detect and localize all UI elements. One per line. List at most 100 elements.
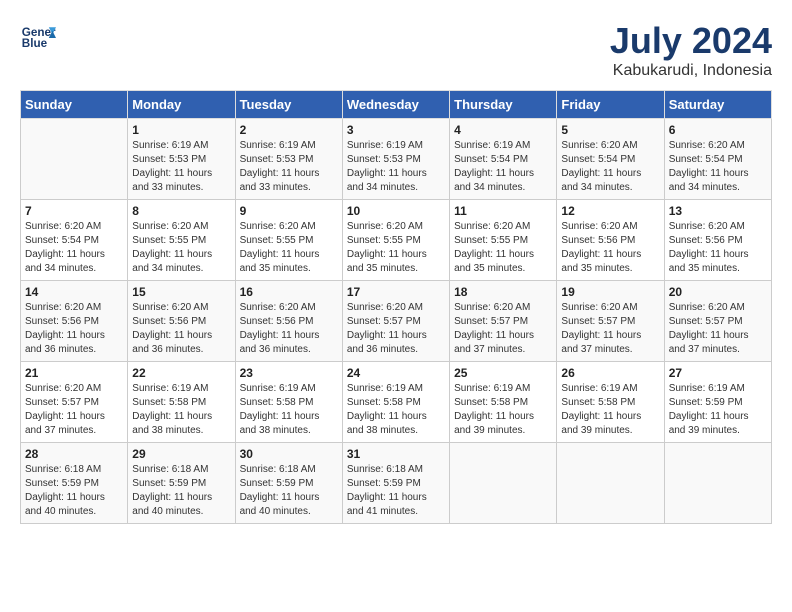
calendar-cell: 12 Sunrise: 6:20 AM Sunset: 5:56 PM Dayli… — [557, 200, 664, 281]
header-thursday: Thursday — [450, 91, 557, 119]
header-sunday: Sunday — [21, 91, 128, 119]
day-info: Sunrise: 6:20 AM Sunset: 5:57 PM Dayligh… — [347, 301, 445, 357]
calendar-cell: 16 Sunrise: 6:20 AM Sunset: 5:56 PM Dayli… — [235, 281, 342, 362]
day-info: Sunrise: 6:20 AM Sunset: 5:54 PM Dayligh… — [669, 139, 767, 195]
calendar-cell: 31 Sunrise: 6:18 AM Sunset: 5:59 PM Dayli… — [342, 443, 449, 524]
day-info: Sunrise: 6:19 AM Sunset: 5:58 PM Dayligh… — [132, 382, 230, 438]
calendar-cell: 15 Sunrise: 6:20 AM Sunset: 5:56 PM Dayli… — [128, 281, 235, 362]
day-info: Sunrise: 6:20 AM Sunset: 5:56 PM Dayligh… — [132, 301, 230, 357]
calendar-cell: 5 Sunrise: 6:20 AM Sunset: 5:54 PM Daylig… — [557, 119, 664, 200]
calendar-cell: 3 Sunrise: 6:19 AM Sunset: 5:53 PM Daylig… — [342, 119, 449, 200]
day-number: 29 — [132, 447, 230, 461]
day-number: 31 — [347, 447, 445, 461]
day-number: 13 — [669, 204, 767, 218]
calendar-cell: 9 Sunrise: 6:20 AM Sunset: 5:55 PM Daylig… — [235, 200, 342, 281]
calendar-cell: 22 Sunrise: 6:19 AM Sunset: 5:58 PM Dayli… — [128, 362, 235, 443]
calendar-cell: 13 Sunrise: 6:20 AM Sunset: 5:56 PM Dayli… — [664, 200, 771, 281]
day-number: 12 — [561, 204, 659, 218]
day-info: Sunrise: 6:19 AM Sunset: 5:54 PM Dayligh… — [454, 139, 552, 195]
day-info: Sunrise: 6:20 AM Sunset: 5:54 PM Dayligh… — [25, 220, 123, 276]
calendar-cell: 30Sunrise: 6:18 AM Sunset: 5:59 PM Dayli… — [235, 443, 342, 524]
day-number: 5 — [561, 123, 659, 137]
day-info: Sunrise: 6:18 AM Sunset: 5:59 PM Dayligh… — [132, 463, 230, 519]
page-header: General Blue July 2024 Kabukarudi, Indon… — [20, 20, 772, 80]
calendar-cell: 19 Sunrise: 6:20 AM Sunset: 5:57 PM Dayli… — [557, 281, 664, 362]
day-info: Sunrise: 6:19 AM Sunset: 5:58 PM Dayligh… — [240, 382, 338, 438]
calendar-cell: 1 Sunrise: 6:19 AM Sunset: 5:53 PM Daylig… — [128, 119, 235, 200]
day-number: 17 — [347, 285, 445, 299]
day-info: Sunrise: 6:19 AM Sunset: 5:53 PM Dayligh… — [347, 139, 445, 195]
day-info: Sunrise: 6:20 AM Sunset: 5:55 PM Dayligh… — [347, 220, 445, 276]
calendar-cell: 14Sunrise: 6:20 AM Sunset: 5:56 PM Dayli… — [21, 281, 128, 362]
calendar-cell: 24Sunrise: 6:19 AM Sunset: 5:58 PM Dayli… — [342, 362, 449, 443]
day-number: 25 — [454, 366, 552, 380]
day-number: 1 — [132, 123, 230, 137]
calendar-cell — [450, 443, 557, 524]
day-info: Sunrise: 6:19 AM Sunset: 5:58 PM Dayligh… — [561, 382, 659, 438]
month-title: July 2024 — [610, 20, 772, 62]
calendar-cell: 8 Sunrise: 6:20 AM Sunset: 5:55 PM Daylig… — [128, 200, 235, 281]
day-info: Sunrise: 6:20 AM Sunset: 5:56 PM Dayligh… — [669, 220, 767, 276]
day-info: Sunrise: 6:20 AM Sunset: 5:57 PM Dayligh… — [454, 301, 552, 357]
day-number: 3 — [347, 123, 445, 137]
calendar-week-2: 7 Sunrise: 6:20 AM Sunset: 5:54 PM Daylig… — [21, 200, 772, 281]
day-info: Sunrise: 6:18 AM Sunset: 5:59 PM Dayligh… — [25, 463, 123, 519]
day-number: 23 — [240, 366, 338, 380]
day-number: 10 — [347, 204, 445, 218]
day-number: 21 — [25, 366, 123, 380]
calendar-cell — [664, 443, 771, 524]
calendar-cell: 25 Sunrise: 6:19 AM Sunset: 5:58 PM Dayli… — [450, 362, 557, 443]
day-number: 7 — [25, 204, 123, 218]
day-number: 19 — [561, 285, 659, 299]
title-area: July 2024 Kabukarudi, Indonesia — [610, 20, 772, 80]
day-info: Sunrise: 6:20 AM Sunset: 5:55 PM Dayligh… — [132, 220, 230, 276]
day-info: Sunrise: 6:20 AM Sunset: 5:55 PM Dayligh… — [240, 220, 338, 276]
header-monday: Monday — [128, 91, 235, 119]
day-info: Sunrise: 6:19 AM Sunset: 5:53 PM Dayligh… — [240, 139, 338, 195]
calendar-cell: 26 Sunrise: 6:19 AM Sunset: 5:58 PM Dayli… — [557, 362, 664, 443]
calendar-cell: 23 Sunrise: 6:19 AM Sunset: 5:58 PM Dayli… — [235, 362, 342, 443]
day-number: 30 — [240, 447, 338, 461]
calendar-cell: 6Sunrise: 6:20 AM Sunset: 5:54 PM Daylig… — [664, 119, 771, 200]
logo: General Blue — [20, 20, 56, 56]
calendar-cell: 21 Sunrise: 6:20 AM Sunset: 5:57 PM Dayli… — [21, 362, 128, 443]
day-number: 8 — [132, 204, 230, 218]
calendar-cell: 11Sunrise: 6:20 AM Sunset: 5:55 PM Dayli… — [450, 200, 557, 281]
calendar-cell: 7 Sunrise: 6:20 AM Sunset: 5:54 PM Daylig… — [21, 200, 128, 281]
header-tuesday: Tuesday — [235, 91, 342, 119]
header-saturday: Saturday — [664, 91, 771, 119]
day-info: Sunrise: 6:19 AM Sunset: 5:59 PM Dayligh… — [669, 382, 767, 438]
day-info: Sunrise: 6:20 AM Sunset: 5:54 PM Dayligh… — [561, 139, 659, 195]
day-info: Sunrise: 6:20 AM Sunset: 5:57 PM Dayligh… — [561, 301, 659, 357]
calendar-table: SundayMondayTuesdayWednesdayThursdayFrid… — [20, 90, 772, 524]
day-number: 24 — [347, 366, 445, 380]
day-number: 4 — [454, 123, 552, 137]
logo-icon: General Blue — [20, 20, 56, 56]
day-number: 9 — [240, 204, 338, 218]
calendar-cell: 4 Sunrise: 6:19 AM Sunset: 5:54 PM Daylig… — [450, 119, 557, 200]
day-info: Sunrise: 6:20 AM Sunset: 5:57 PM Dayligh… — [25, 382, 123, 438]
day-number: 22 — [132, 366, 230, 380]
calendar-cell: 17 Sunrise: 6:20 AM Sunset: 5:57 PM Dayli… — [342, 281, 449, 362]
day-info: Sunrise: 6:20 AM Sunset: 5:56 PM Dayligh… — [240, 301, 338, 357]
day-number: 15 — [132, 285, 230, 299]
day-number: 11 — [454, 204, 552, 218]
day-info: Sunrise: 6:19 AM Sunset: 5:53 PM Dayligh… — [132, 139, 230, 195]
day-number: 16 — [240, 285, 338, 299]
calendar-cell: 18Sunrise: 6:20 AM Sunset: 5:57 PM Dayli… — [450, 281, 557, 362]
header-wednesday: Wednesday — [342, 91, 449, 119]
day-info: Sunrise: 6:20 AM Sunset: 5:56 PM Dayligh… — [561, 220, 659, 276]
calendar-week-4: 21 Sunrise: 6:20 AM Sunset: 5:57 PM Dayli… — [21, 362, 772, 443]
day-number: 26 — [561, 366, 659, 380]
calendar-cell: 27Sunrise: 6:19 AM Sunset: 5:59 PM Dayli… — [664, 362, 771, 443]
calendar-cell: 2Sunrise: 6:19 AM Sunset: 5:53 PM Daylig… — [235, 119, 342, 200]
calendar-header-row: SundayMondayTuesdayWednesdayThursdayFrid… — [21, 91, 772, 119]
day-info: Sunrise: 6:18 AM Sunset: 5:59 PM Dayligh… — [347, 463, 445, 519]
header-friday: Friday — [557, 91, 664, 119]
calendar-cell: 20Sunrise: 6:20 AM Sunset: 5:57 PM Dayli… — [664, 281, 771, 362]
day-info: Sunrise: 6:19 AM Sunset: 5:58 PM Dayligh… — [454, 382, 552, 438]
day-number: 28 — [25, 447, 123, 461]
calendar-cell: 29 Sunrise: 6:18 AM Sunset: 5:59 PM Dayli… — [128, 443, 235, 524]
location-subtitle: Kabukarudi, Indonesia — [610, 62, 772, 80]
day-number: 20 — [669, 285, 767, 299]
